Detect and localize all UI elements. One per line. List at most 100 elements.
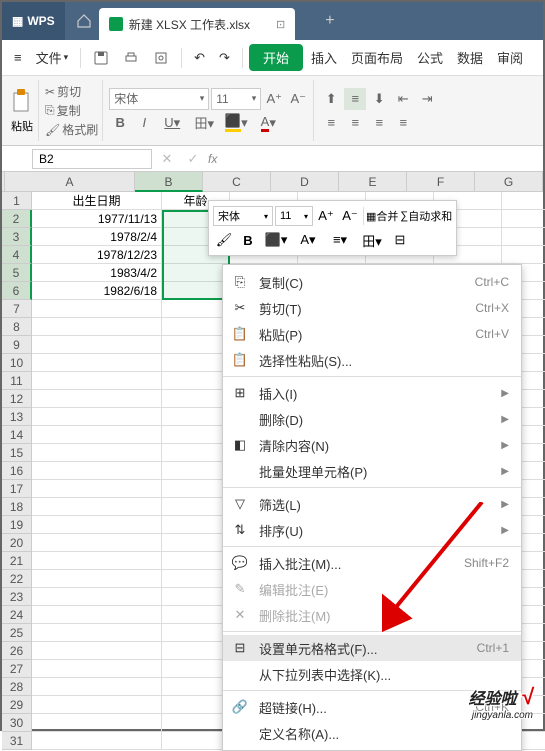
row-header-4[interactable]: 4 xyxy=(2,246,32,264)
cell-A1[interactable]: 出生日期 xyxy=(32,192,162,210)
row-header-27[interactable]: 27 xyxy=(2,660,32,678)
file-tab[interactable]: 新建 XLSX 工作表.xlsx ⊡ xyxy=(99,8,296,40)
cell-A27[interactable] xyxy=(32,660,162,678)
cell-A28[interactable] xyxy=(32,678,162,696)
row-header-30[interactable]: 30 xyxy=(2,714,32,732)
col-header-D[interactable]: D xyxy=(271,172,339,192)
cell-A17[interactable] xyxy=(32,480,162,498)
cell-A11[interactable] xyxy=(32,372,162,390)
cell-A8[interactable] xyxy=(32,318,162,336)
confirm-icon[interactable]: ✓ xyxy=(182,148,204,170)
menu-item[interactable]: 批量处理单元格(P)▶ xyxy=(223,458,521,484)
menu-item[interactable]: ◧清除内容(N)▶ xyxy=(223,432,521,458)
font-name-select[interactable]: 宋体▾ xyxy=(109,88,209,110)
cell-B17[interactable] xyxy=(162,480,230,498)
name-box[interactable]: B2 xyxy=(32,149,152,169)
cell-A19[interactable] xyxy=(32,516,162,534)
row-header-10[interactable]: 10 xyxy=(2,354,32,372)
cell-B26[interactable] xyxy=(162,642,230,660)
col-header-E[interactable]: E xyxy=(339,172,407,192)
cell-B5[interactable] xyxy=(162,264,230,282)
row-header-24[interactable]: 24 xyxy=(2,606,32,624)
cell-B16[interactable] xyxy=(162,462,230,480)
cell-B8[interactable] xyxy=(162,318,230,336)
cell-B21[interactable] xyxy=(162,552,230,570)
row-header-28[interactable]: 28 xyxy=(2,678,32,696)
cell-G1[interactable] xyxy=(502,192,545,210)
row-header-17[interactable]: 17 xyxy=(2,480,32,498)
row-header-3[interactable]: 3 xyxy=(2,228,32,246)
menu-item[interactable]: 📋粘贴(P)Ctrl+V xyxy=(223,321,521,347)
menu-item[interactable]: 删除(D)▶ xyxy=(223,406,521,432)
cell-G4[interactable] xyxy=(502,246,545,264)
cut-button[interactable]: ✂ 剪切 xyxy=(45,83,98,100)
cell-A12[interactable] xyxy=(32,390,162,408)
cell-A29[interactable] xyxy=(32,696,162,714)
row-header-8[interactable]: 8 xyxy=(2,318,32,336)
home-tab-icon[interactable] xyxy=(69,6,99,36)
menu-item[interactable]: ⇅排序(U)▶ xyxy=(223,517,521,543)
menu-item[interactable]: ⎘复制(C)Ctrl+C xyxy=(223,269,521,295)
align-center-button[interactable]: ≡ xyxy=(344,112,366,134)
cell-B30[interactable] xyxy=(162,714,230,732)
cell-B11[interactable] xyxy=(162,372,230,390)
cell-B27[interactable] xyxy=(162,660,230,678)
row-header-20[interactable]: 20 xyxy=(2,534,32,552)
align-middle-button[interactable]: ≡ xyxy=(344,88,366,110)
print-preview-button[interactable] xyxy=(147,46,175,70)
col-header-F[interactable]: F xyxy=(407,172,475,192)
cell-A25[interactable] xyxy=(32,624,162,642)
cancel-icon[interactable]: ✕ xyxy=(156,148,178,170)
cell-A6[interactable]: 1982/6/18 xyxy=(32,282,162,300)
cell-B29[interactable] xyxy=(162,696,230,714)
decrease-indent-button[interactable]: ⇤ xyxy=(392,88,414,110)
row-header-16[interactable]: 16 xyxy=(2,462,32,480)
cell-A21[interactable] xyxy=(32,552,162,570)
row-header-25[interactable]: 25 xyxy=(2,624,32,642)
cell-B12[interactable] xyxy=(162,390,230,408)
row-header-9[interactable]: 9 xyxy=(2,336,32,354)
bold-button[interactable]: B xyxy=(109,112,131,134)
cell-B24[interactable] xyxy=(162,606,230,624)
mini-increase-font[interactable]: A⁺ xyxy=(315,205,337,227)
format-painter-button[interactable]: 🖌 格式刷 xyxy=(45,121,98,138)
border-button[interactable]: 田▾ xyxy=(189,112,219,134)
row-header-2[interactable]: 2 xyxy=(2,210,32,228)
cell-A7[interactable] xyxy=(32,300,162,318)
save-button[interactable] xyxy=(87,46,115,70)
cell-B31[interactable] xyxy=(162,732,230,750)
add-tab-button[interactable]: + xyxy=(325,12,334,30)
cell-A31[interactable] xyxy=(32,732,162,750)
row-header-1[interactable]: 1 xyxy=(2,192,32,210)
cell-B14[interactable] xyxy=(162,426,230,444)
app-menu-button[interactable]: ≡ xyxy=(8,46,28,69)
align-right-button[interactable]: ≡ xyxy=(368,112,390,134)
mini-unmerge[interactable]: ⊟ xyxy=(389,229,411,251)
cell-B15[interactable] xyxy=(162,444,230,462)
align-justify-button[interactable]: ≡ xyxy=(392,112,414,134)
cell-B20[interactable] xyxy=(162,534,230,552)
mini-merge-button[interactable]: ▦合并 xyxy=(366,205,398,227)
mini-decrease-font[interactable]: A⁻ xyxy=(339,205,361,227)
row-header-18[interactable]: 18 xyxy=(2,498,32,516)
row-header-26[interactable]: 26 xyxy=(2,642,32,660)
mini-bold[interactable]: B xyxy=(237,229,259,251)
col-header-C[interactable]: C xyxy=(203,172,271,192)
mini-font-select[interactable]: 宋体▾ xyxy=(213,206,273,226)
mini-autosum-button[interactable]: ∑自动求和 xyxy=(400,205,452,227)
menu-item[interactable]: ▽筛选(L)▶ xyxy=(223,491,521,517)
menu-item[interactable]: 📋选择性粘贴(S)... xyxy=(223,347,521,373)
tab-review[interactable]: 审阅 xyxy=(491,44,529,71)
mini-font-color[interactable]: A▾ xyxy=(293,229,323,251)
cell-A3[interactable]: 1978/2/4 xyxy=(32,228,162,246)
row-header-15[interactable]: 15 xyxy=(2,444,32,462)
fx-icon[interactable]: fx xyxy=(208,152,217,166)
row-header-29[interactable]: 29 xyxy=(2,696,32,714)
increase-font-button[interactable]: A⁺ xyxy=(263,88,285,110)
cell-A23[interactable] xyxy=(32,588,162,606)
font-color-button[interactable]: A▾ xyxy=(253,112,283,134)
cell-G2[interactable] xyxy=(502,210,545,228)
font-size-select[interactable]: 11▾ xyxy=(211,88,261,110)
col-header-G[interactable]: G xyxy=(475,172,543,192)
cell-B22[interactable] xyxy=(162,570,230,588)
